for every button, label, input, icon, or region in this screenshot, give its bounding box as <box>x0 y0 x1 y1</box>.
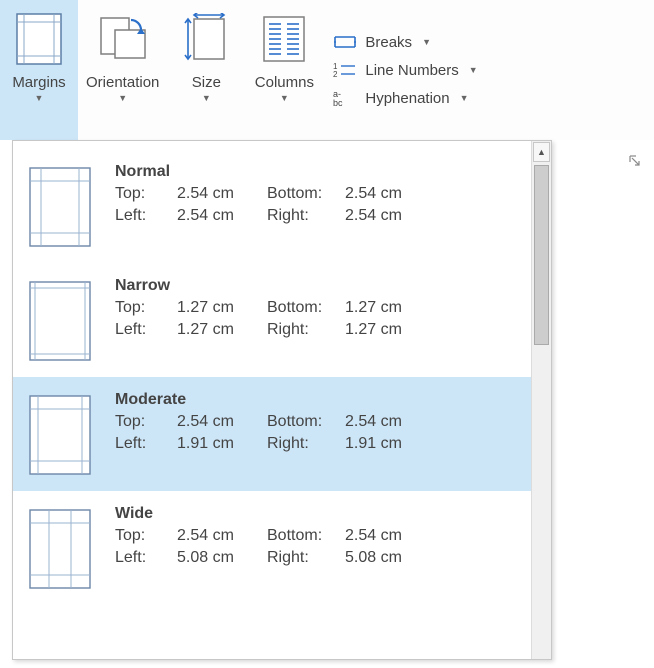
ribbon-page-layout-group: Margins ▼ Orientation ▼ <box>0 0 654 140</box>
margins-button[interactable]: Margins ▼ <box>0 0 78 140</box>
orientation-button[interactable]: Orientation ▼ <box>78 0 167 140</box>
margin-option-moderate[interactable]: Moderate Top: 2.54 cm Bottom: 2.54 cm Le… <box>13 377 531 491</box>
dropdown-caret-icon: ▼ <box>202 93 211 103</box>
hyphenation-icon: a-bc <box>333 89 357 107</box>
label-top: Top: <box>115 299 177 317</box>
margin-thumb-icon <box>29 281 93 363</box>
label-right: Right: <box>267 207 345 225</box>
dropdown-caret-icon: ▼ <box>469 65 478 75</box>
value-right: 1.27 cm <box>345 321 425 339</box>
dropdown-caret-icon: ▼ <box>460 93 469 103</box>
value-right: 5.08 cm <box>345 549 425 567</box>
label-left: Left: <box>115 321 177 339</box>
margin-option-narrow[interactable]: Narrow Top: 1.27 cm Bottom: 1.27 cm Left… <box>13 263 531 377</box>
size-label: Size <box>192 74 221 91</box>
scroll-track[interactable] <box>532 347 551 659</box>
scroll-up-button[interactable]: ▲ <box>533 142 550 162</box>
margins-label: Margins <box>12 74 65 91</box>
value-right: 2.54 cm <box>345 207 425 225</box>
margin-row-left: Left: 1.91 cm Right: 1.91 cm <box>115 435 519 453</box>
line-numbers-label: Line Numbers <box>365 62 458 79</box>
value-bottom: 1.27 cm <box>345 299 425 317</box>
margin-option-name: Narrow <box>115 277 519 295</box>
orientation-label: Orientation <box>86 74 159 91</box>
label-top: Top: <box>115 185 177 203</box>
margin-thumb-icon <box>29 509 93 591</box>
size-button[interactable]: Size ▼ <box>167 0 245 140</box>
margin-details: Narrow Top: 1.27 cm Bottom: 1.27 cm Left… <box>115 277 519 339</box>
ribbon-extra-group: Breaks ▼ 12 Line Numbers ▼ a-bc Hyphenat… <box>323 0 477 140</box>
margin-details: Normal Top: 2.54 cm Bottom: 2.54 cm Left… <box>115 163 519 225</box>
margin-details: Moderate Top: 2.54 cm Bottom: 2.54 cm Le… <box>115 391 519 453</box>
columns-button[interactable]: Columns ▼ <box>245 0 323 140</box>
margin-row-top: Top: 1.27 cm Bottom: 1.27 cm <box>115 299 519 317</box>
margin-row-top: Top: 2.54 cm Bottom: 2.54 cm <box>115 413 519 431</box>
label-bottom: Bottom: <box>267 185 345 203</box>
value-left: 1.91 cm <box>177 435 267 453</box>
value-left: 1.27 cm <box>177 321 267 339</box>
line-numbers-icon: 12 <box>333 61 357 79</box>
value-top: 1.27 cm <box>177 299 267 317</box>
dropdown-caret-icon: ▼ <box>280 93 289 103</box>
value-bottom: 2.54 cm <box>345 413 425 431</box>
label-right: Right: <box>267 435 345 453</box>
columns-label: Columns <box>255 74 314 91</box>
margins-dropdown: Normal Top: 2.54 cm Bottom: 2.54 cm Left… <box>12 140 552 660</box>
margin-option-name: Normal <box>115 163 519 181</box>
breaks-label: Breaks <box>365 34 412 51</box>
value-top: 2.54 cm <box>177 185 267 203</box>
label-top: Top: <box>115 527 177 545</box>
svg-text:2: 2 <box>333 70 338 79</box>
value-top: 2.54 cm <box>177 527 267 545</box>
margin-row-top: Top: 2.54 cm Bottom: 2.54 cm <box>115 185 519 203</box>
hyphenation-label: Hyphenation <box>365 90 449 107</box>
scrollbar[interactable]: ▲ <box>531 141 551 659</box>
orientation-icon <box>95 10 151 68</box>
label-right: Right: <box>267 321 345 339</box>
label-bottom: Bottom: <box>267 527 345 545</box>
margins-option-list: Normal Top: 2.54 cm Bottom: 2.54 cm Left… <box>13 141 531 659</box>
value-left: 2.54 cm <box>177 207 267 225</box>
margin-thumb-icon <box>29 395 93 477</box>
margin-row-left: Left: 5.08 cm Right: 5.08 cm <box>115 549 519 567</box>
label-left: Left: <box>115 549 177 567</box>
hyphenation-button[interactable]: a-bc Hyphenation ▼ <box>333 89 477 107</box>
breaks-icon <box>333 33 357 51</box>
label-bottom: Bottom: <box>267 299 345 317</box>
size-icon <box>182 10 230 68</box>
label-right: Right: <box>267 549 345 567</box>
label-left: Left: <box>115 435 177 453</box>
margin-option-normal[interactable]: Normal Top: 2.54 cm Bottom: 2.54 cm Left… <box>13 149 531 263</box>
columns-icon <box>262 10 306 68</box>
line-numbers-button[interactable]: 12 Line Numbers ▼ <box>333 61 477 79</box>
dialog-launcher-icon[interactable] <box>626 152 644 170</box>
value-bottom: 2.54 cm <box>345 185 425 203</box>
value-top: 2.54 cm <box>177 413 267 431</box>
value-left: 5.08 cm <box>177 549 267 567</box>
value-bottom: 2.54 cm <box>345 527 425 545</box>
dropdown-caret-icon: ▼ <box>422 37 431 47</box>
margin-option-name: Wide <box>115 505 519 523</box>
margin-row-left: Left: 2.54 cm Right: 2.54 cm <box>115 207 519 225</box>
margins-icon <box>16 10 62 68</box>
dropdown-caret-icon: ▼ <box>35 93 44 103</box>
label-bottom: Bottom: <box>267 413 345 431</box>
dropdown-caret-icon: ▼ <box>118 93 127 103</box>
margin-details: Wide Top: 2.54 cm Bottom: 2.54 cm Left: … <box>115 505 519 567</box>
margin-row-top: Top: 2.54 cm Bottom: 2.54 cm <box>115 527 519 545</box>
margin-option-wide[interactable]: Wide Top: 2.54 cm Bottom: 2.54 cm Left: … <box>13 491 531 605</box>
margin-thumb-icon <box>29 167 93 249</box>
breaks-button[interactable]: Breaks ▼ <box>333 33 477 51</box>
margin-option-name: Moderate <box>115 391 519 409</box>
label-top: Top: <box>115 413 177 431</box>
label-left: Left: <box>115 207 177 225</box>
margin-row-left: Left: 1.27 cm Right: 1.27 cm <box>115 321 519 339</box>
svg-text:bc: bc <box>333 98 343 107</box>
scroll-thumb[interactable] <box>534 165 549 345</box>
value-right: 1.91 cm <box>345 435 425 453</box>
